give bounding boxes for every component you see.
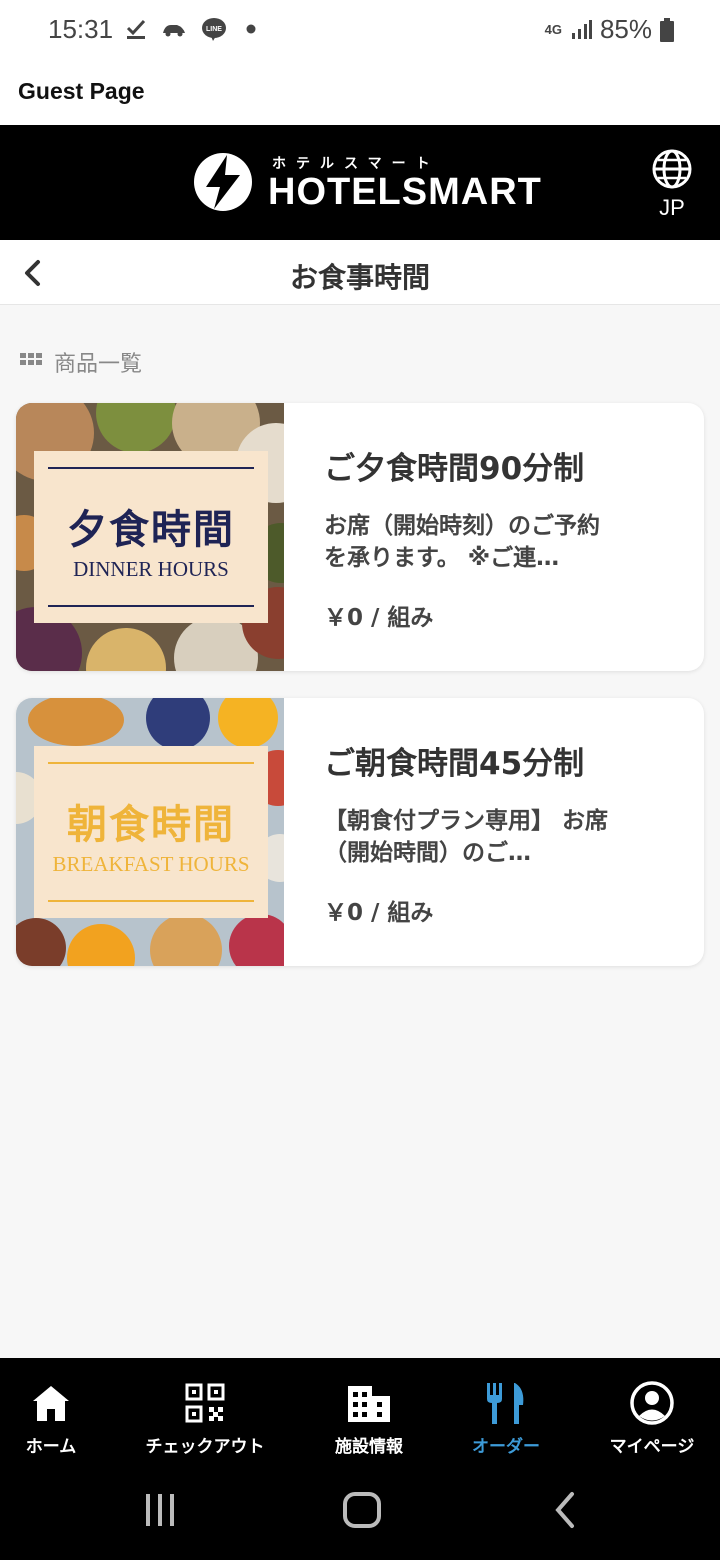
- notification-icons: LINE: [125, 16, 261, 42]
- dinner-image-jp: 夕食時間: [67, 507, 235, 553]
- product-card-dinner[interactable]: 夕食時間 DINNER HOURS ご夕食時間90分制 お席（開始時刻）のご予約…: [16, 403, 704, 671]
- language-switch[interactable]: JP: [650, 149, 694, 221]
- logo-text: HOTELSMART: [268, 171, 542, 213]
- check-download-icon: [126, 19, 146, 39]
- page-title: お食事時間: [289, 261, 430, 294]
- nav-label: チェックアウト: [145, 1437, 265, 1457]
- nav-home[interactable]: ホーム: [0, 1358, 102, 1460]
- dinner-label-card: 夕食時間 DINNER HOURS: [34, 451, 268, 623]
- status-bar: 15:31 LINE 4G 85%: [0, 0, 720, 60]
- network-icon: 4G: [544, 22, 562, 37]
- dinner-image-en: DINNER HOURS: [73, 557, 229, 581]
- home-icon: [33, 1386, 69, 1421]
- battery-percent: 85%: [599, 14, 652, 44]
- product-title: ご朝食時間45分制: [324, 746, 585, 782]
- battery-icon: [660, 17, 674, 42]
- nav-facility-info[interactable]: 施設情報: [318, 1358, 420, 1460]
- nav-checkout[interactable]: チェックアウト: [130, 1358, 280, 1460]
- logo-kana: ホテルスマート: [272, 155, 440, 171]
- nav-label: オーダー: [472, 1437, 540, 1457]
- product-description: 【朝食付プラン専用】 お席（開始時間）のご…: [324, 808, 609, 866]
- breakfast-label-card: 朝食時間 BREAKFAST HOURS: [34, 746, 268, 918]
- hotelsmart-logo: ホテルスマート HOTELSMART: [192, 151, 542, 213]
- dinner-image: 夕食時間 DINNER HOURS: [16, 403, 284, 671]
- status-time: 15:31: [48, 14, 114, 44]
- user-circle-icon: [630, 1381, 674, 1425]
- dot-icon: [246, 24, 256, 34]
- home-button-icon[interactable]: [342, 1490, 382, 1530]
- back-button-icon[interactable]: [550, 1490, 580, 1530]
- fork-knife-icon: [487, 1383, 524, 1424]
- breakfast-image-en: BREAKFAST HOURS: [52, 852, 250, 876]
- breakfast-image-jp: 朝食時間: [67, 802, 235, 848]
- svg-text:LINE: LINE: [206, 26, 222, 33]
- nav-label: ホーム: [25, 1437, 77, 1457]
- status-right: 4G 85%: [545, 14, 674, 45]
- nav-order[interactable]: オーダー: [456, 1358, 556, 1460]
- guest-page-title: Guest Page: [18, 78, 145, 104]
- bottom-navigation: ホーム チェックアウト 施設情報 オーダー マイページ: [0, 1358, 720, 1460]
- qr-code-icon: [185, 1383, 225, 1423]
- page-header: お食事時間: [0, 240, 720, 305]
- line-app-icon: LINE: [202, 18, 226, 41]
- product-title: ご夕食時間90分制: [324, 451, 585, 487]
- product-price: ￥0 / 組み: [324, 900, 434, 926]
- product-card-breakfast[interactable]: 朝食時間 BREAKFAST HOURS ご朝食時間45分制 【朝食付プラン専用…: [16, 698, 704, 966]
- signal-icon: [571, 19, 592, 39]
- building-icon: [348, 1386, 390, 1422]
- recent-apps-icon[interactable]: [142, 1490, 178, 1530]
- guest-header: Guest Page: [0, 60, 720, 125]
- grid-icon: [20, 353, 42, 365]
- breakfast-image: 朝食時間 BREAKFAST HOURS: [16, 698, 284, 966]
- language-label[interactable]: JP: [650, 195, 694, 221]
- car-icon: [163, 25, 185, 37]
- section-label: 商品一覧: [54, 352, 143, 377]
- globe-icon[interactable]: [652, 149, 692, 189]
- product-price: ￥0 / 組み: [324, 605, 434, 631]
- section-header: 商品一覧: [20, 346, 142, 378]
- nav-label: マイページ: [609, 1437, 695, 1457]
- system-navigation: [0, 1460, 720, 1560]
- logo-bolt-icon: [194, 153, 252, 211]
- brand-header: ホテルスマート HOTELSMART JP: [0, 125, 720, 240]
- product-description: お席（開始時刻）のご予約を承ります。 ※ご連…: [324, 513, 600, 571]
- nav-label: 施設情報: [335, 1437, 403, 1457]
- nav-mypage[interactable]: マイページ: [600, 1358, 704, 1460]
